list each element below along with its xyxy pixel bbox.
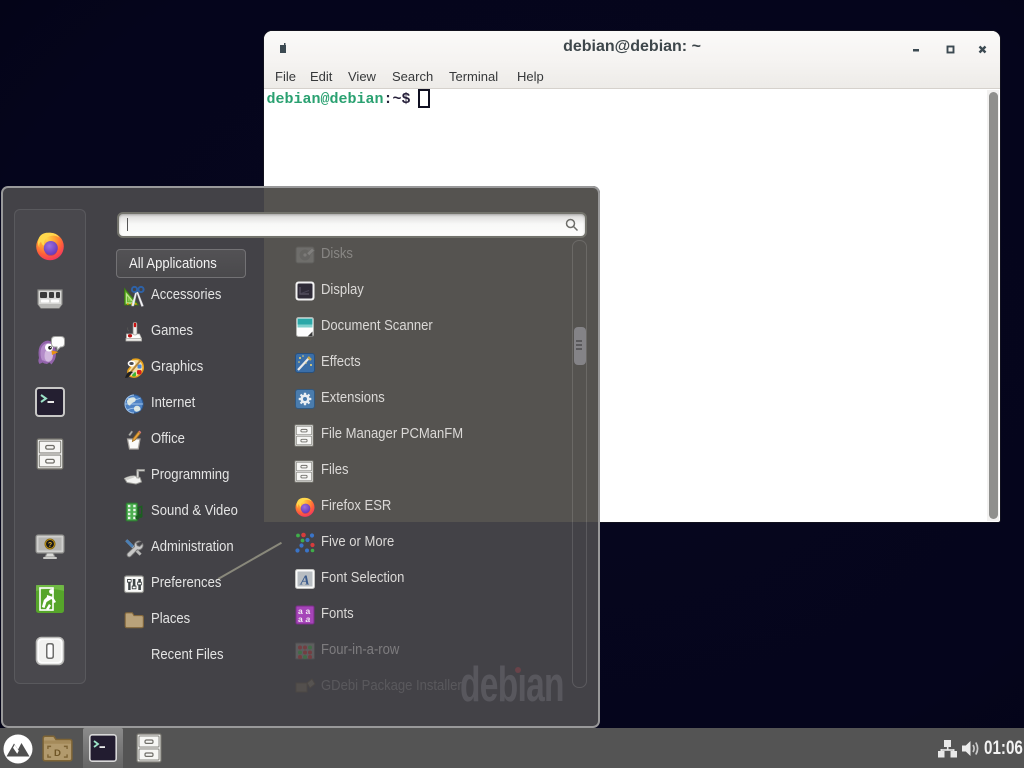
svg-text:a: a	[306, 606, 311, 616]
svg-text:A: A	[299, 574, 309, 589]
svg-text:a: a	[306, 614, 311, 624]
svg-text:a: a	[298, 614, 303, 624]
svg-text:D: D	[54, 748, 61, 759]
svg-text:a: a	[298, 606, 303, 616]
svg-text:?: ?	[48, 542, 52, 549]
